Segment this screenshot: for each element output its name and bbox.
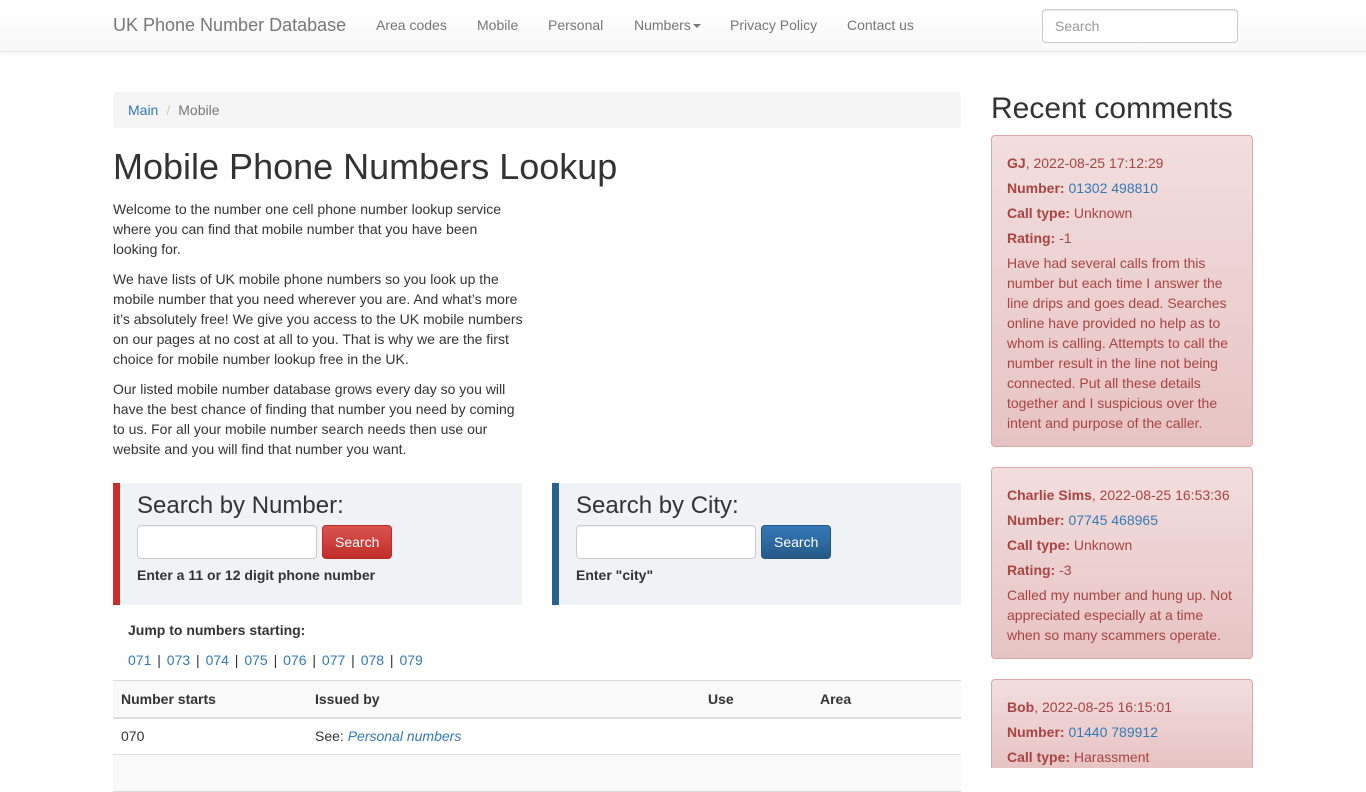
city-input[interactable] (576, 525, 756, 559)
breadcrumb: Main / Mobile (113, 92, 961, 128)
jump-link-078[interactable]: 078 (361, 652, 384, 668)
caret-down-icon (692, 24, 701, 29)
table-row (113, 754, 961, 792)
jump-link-075[interactable]: 075 (244, 652, 267, 668)
cell-issued-by: See: Personal numbers (307, 717, 700, 755)
comment-number-line: Number: 01440 789912 (1007, 720, 1237, 745)
search-number-hint: Enter a 11 or 12 digit phone number (137, 567, 376, 583)
comment-card: Bob, 2022-08-25 16:15:01 Number: 01440 7… (991, 679, 1253, 768)
jump-link-071[interactable]: 071 (128, 652, 151, 668)
comment-author: Bob (1007, 699, 1035, 715)
intro-paragraph: Our listed mobile number database grows … (113, 381, 515, 457)
page-title: Mobile Phone Numbers Lookup (113, 146, 618, 187)
nav-mobile[interactable]: Mobile (477, 17, 518, 33)
jump-links: 071 | 073 | 074 | 075 | 076 | 077 | 078 … (128, 652, 423, 668)
cell-empty (812, 754, 961, 792)
calltype-label: Call type: (1007, 749, 1071, 765)
comment-call-type: Unknown (1073, 537, 1133, 553)
breadcrumb-separator: / (166, 102, 171, 118)
personal-numbers-link[interactable]: Personal numbers (348, 728, 462, 744)
number-label: Number: (1007, 512, 1065, 528)
comment-number-line: Number: 07745 468965 (1007, 508, 1237, 533)
cell-number-start: 070 (113, 717, 307, 755)
jump-title: Jump to numbers starting: (128, 622, 306, 638)
comment-call-type: Unknown (1073, 205, 1133, 221)
number-label: Number: (1007, 180, 1065, 196)
comment-card: GJ, 2022-08-25 17:12:29 Number: 01302 49… (991, 135, 1253, 447)
comment-rating-line: Rating: -1 (1007, 226, 1237, 251)
cell-area (812, 717, 961, 755)
comment-rating: -1 (1059, 230, 1072, 246)
recent-comments-title: Recent comments (991, 92, 1233, 125)
jump-link-074[interactable]: 074 (206, 652, 229, 668)
search-by-city-panel: Search by City: Search Enter "city" (552, 483, 961, 605)
top-navbar: UK Phone Number Database Area codes Mobi… (0, 0, 1366, 52)
calltype-label: Call type: (1007, 205, 1071, 221)
cell-empty (700, 754, 812, 792)
nav-privacy-policy[interactable]: Privacy Policy (730, 17, 817, 33)
col-issued-by: Issued by (307, 680, 700, 719)
table-row: 070 See: Personal numbers (113, 717, 961, 755)
comment-calltype-line: Call type: Unknown (1007, 533, 1237, 558)
search-by-number-panel: Search by Number: Search Enter a 11 or 1… (113, 483, 522, 605)
comment-date: 2022-08-25 17:12:29 (1033, 155, 1164, 171)
rating-label: Rating: (1007, 230, 1056, 246)
comment-date: 2022-08-25 16:53:36 (1099, 487, 1230, 503)
search-by-number-title: Search by Number: (137, 492, 344, 519)
calltype-label: Call type: (1007, 537, 1071, 553)
jump-link-076[interactable]: 076 (283, 652, 306, 668)
search-number-button[interactable]: Search (322, 525, 393, 559)
nav-numbers-label: Numbers (634, 17, 691, 33)
comment-header: Charlie Sims, 2022-08-25 16:53:36 (1007, 487, 1230, 503)
table-header-row: Number starts Issued by Use Area (113, 680, 961, 719)
comment-rating: -3 (1059, 562, 1072, 578)
cell-empty (307, 754, 700, 792)
search-by-city-title: Search by City: (576, 492, 739, 519)
comment-text: Have had several calls from this number … (1007, 255, 1228, 431)
nav-search-input[interactable] (1042, 9, 1238, 43)
comment-header: GJ, 2022-08-25 17:12:29 (1007, 155, 1164, 171)
col-use: Use (700, 680, 812, 719)
col-area: Area (812, 680, 961, 719)
comment-text: Called my number and hung up. Not apprec… (1007, 587, 1232, 643)
brand-link[interactable]: UK Phone Number Database (113, 15, 346, 36)
comment-rating-line: Rating: -3 (1007, 558, 1237, 583)
comment-number-link[interactable]: 01302 498810 (1068, 180, 1158, 196)
cell-empty (113, 754, 307, 792)
comment-date: 2022-08-25 16:15:01 (1042, 699, 1172, 715)
comment-number-line: Number: 01302 498810 (1007, 176, 1237, 201)
search-city-hint: Enter "city" (576, 567, 654, 583)
jump-link-077[interactable]: 077 (322, 652, 345, 668)
issued-prefix: See: (315, 728, 344, 745)
comment-author: GJ (1007, 155, 1026, 171)
nav-numbers-dropdown[interactable]: Numbers (634, 17, 701, 33)
jump-link-079[interactable]: 079 (399, 652, 422, 668)
comment-header: Bob, 2022-08-25 16:15:01 (1007, 699, 1172, 715)
intro-text: Welcome to the number one cell phone num… (113, 199, 523, 469)
search-city-button[interactable]: Search (761, 525, 832, 559)
breadcrumb-home-link[interactable]: Main (128, 102, 158, 118)
phone-number-input[interactable] (137, 525, 317, 559)
number-label: Number: (1007, 724, 1065, 740)
comment-calltype-line: Call type: Harassment (1007, 745, 1237, 770)
comment-card: Charlie Sims, 2022-08-25 16:53:36 Number… (991, 467, 1253, 659)
comment-calltype-line: Call type: Unknown (1007, 201, 1237, 226)
comment-call-type: Harassment (1073, 749, 1150, 765)
number-prefix-table: Number starts Issued by Use Area 070 See… (113, 680, 961, 792)
nav-area-codes[interactable]: Area codes (376, 17, 447, 33)
jump-link-073[interactable]: 073 (167, 652, 190, 668)
intro-paragraph: We have lists of UK mobile phone numbers… (113, 271, 523, 367)
intro-paragraph: Welcome to the number one cell phone num… (113, 201, 502, 257)
cell-use (700, 717, 812, 755)
nav-personal[interactable]: Personal (548, 17, 603, 33)
nav-contact-us[interactable]: Contact us (847, 17, 914, 33)
comment-author: Charlie Sims (1007, 487, 1092, 503)
comment-number-link[interactable]: 07745 468965 (1068, 512, 1158, 528)
comment-number-link[interactable]: 01440 789912 (1068, 724, 1158, 740)
rating-label: Rating: (1007, 562, 1056, 578)
col-number-starts: Number starts (113, 680, 307, 719)
breadcrumb-current: Mobile (178, 102, 220, 118)
